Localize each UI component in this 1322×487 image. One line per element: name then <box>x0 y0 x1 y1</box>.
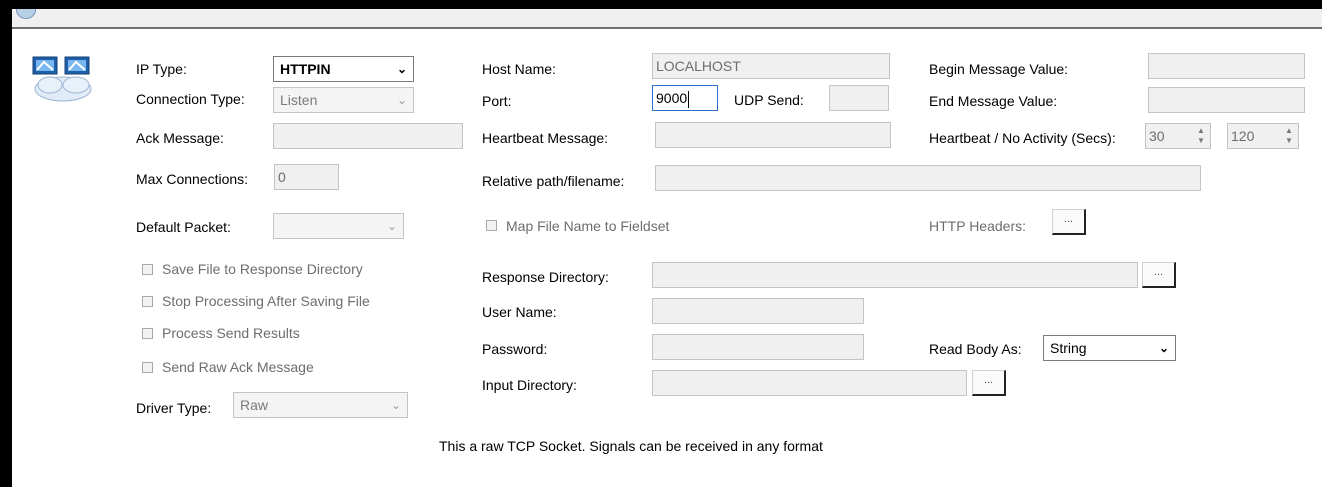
port-label: Port: <box>482 93 512 109</box>
map-file-name-checkbox-label: Map File Name to Fieldset <box>506 218 670 234</box>
ip-type-label: IP Type: <box>136 61 187 77</box>
udp-send-label: UDP Send: <box>734 92 804 108</box>
input-directory-label: Input Directory: <box>482 377 577 393</box>
connection-type-select[interactable]: Listen ⌄ <box>273 87 414 113</box>
spin-arrows-icon[interactable]: ▲ ▼ <box>1282 126 1296 146</box>
password-label: Password: <box>482 341 548 357</box>
user-name-label: User Name: <box>482 304 557 320</box>
network-computers-cloud-icon <box>32 56 92 102</box>
spin-arrows-icon[interactable]: ▲ ▼ <box>1194 126 1208 146</box>
port-field[interactable]: 9000 <box>652 85 718 111</box>
read-body-as-label: Read Body As: <box>929 341 1022 357</box>
relative-path-label: Relative path/filename: <box>482 173 625 189</box>
process-send-results-checkbox[interactable] <box>142 328 153 339</box>
begin-message-value-field[interactable] <box>1148 53 1305 79</box>
read-body-as-select[interactable]: String ⌄ <box>1043 335 1176 361</box>
relative-path-field[interactable] <box>655 165 1201 191</box>
end-message-value-label: End Message Value: <box>929 93 1058 109</box>
max-connections-field[interactable]: 0 <box>274 164 339 190</box>
port-value: 9000 <box>656 90 688 106</box>
ip-type-select[interactable]: HTTPIN ⌄ <box>273 56 414 82</box>
udp-send-field[interactable] <box>829 85 889 111</box>
send-raw-ack-checkbox-label: Send Raw Ack Message <box>162 359 314 375</box>
stop-processing-checkbox-label: Stop Processing After Saving File <box>162 293 370 309</box>
default-packet-select[interactable]: ⌄ <box>273 213 404 239</box>
chevron-down-icon: ⌄ <box>1158 341 1169 355</box>
ip-type-value: HTTPIN <box>280 61 331 77</box>
top-bar <box>12 9 1322 29</box>
text-cursor <box>688 90 690 108</box>
read-body-as-value: String <box>1050 340 1087 356</box>
stop-processing-checkbox[interactable] <box>142 296 153 307</box>
footer-note: This a raw TCP Socket. Signals can be re… <box>439 438 823 454</box>
host-name-field[interactable]: LOCALHOST <box>652 53 890 79</box>
driver-type-select[interactable]: Raw ⌄ <box>233 392 408 418</box>
heartbeat-message-label: Heartbeat Message: <box>482 130 609 146</box>
window-frame: IP Type: HTTPIN ⌄ Connection Type: Liste… <box>12 9 1322 487</box>
input-directory-field[interactable] <box>652 370 967 396</box>
max-connections-label: Max Connections: <box>136 171 249 187</box>
driver-type-value: Raw <box>240 397 269 413</box>
http-headers-browse-button[interactable]: ... <box>1052 209 1086 235</box>
heartbeat-message-field[interactable] <box>655 122 891 148</box>
ack-message-label: Ack Message: <box>136 130 224 146</box>
send-raw-ack-checkbox[interactable] <box>142 362 153 373</box>
chevron-down-icon: ⌄ <box>396 62 407 76</box>
default-packet-label: Default Packet: <box>136 219 231 235</box>
input-directory-browse-button[interactable]: ... <box>972 370 1006 396</box>
response-directory-field[interactable] <box>652 262 1138 288</box>
connection-type-value: Listen <box>280 92 318 108</box>
chevron-down-icon: ⌄ <box>390 398 401 412</box>
heartbeat-no-activity-label: Heartbeat / No Activity (Secs): <box>929 130 1116 146</box>
http-headers-label: HTTP Headers: <box>929 218 1026 234</box>
user-name-field[interactable] <box>652 298 864 324</box>
process-send-results-checkbox-label: Process Send Results <box>162 325 300 341</box>
save-file-checkbox[interactable] <box>142 264 153 275</box>
chevron-down-icon: ⌄ <box>386 219 397 233</box>
top-bar-icon <box>16 9 36 19</box>
heartbeat-secs-spinner[interactable]: 30 ▲ ▼ <box>1145 123 1211 149</box>
chevron-down-icon: ⌄ <box>396 93 407 107</box>
map-file-name-checkbox[interactable] <box>486 220 497 231</box>
response-directory-label: Response Directory: <box>482 269 609 285</box>
settings-panel: IP Type: HTTPIN ⌄ Connection Type: Liste… <box>12 29 1320 487</box>
save-file-checkbox-label: Save File to Response Directory <box>162 261 363 277</box>
heartbeat-secs-value: 30 <box>1149 128 1165 144</box>
no-activity-secs-spinner[interactable]: 120 ▲ ▼ <box>1227 123 1299 149</box>
begin-message-value-label: Begin Message Value: <box>929 61 1069 77</box>
ack-message-field[interactable] <box>273 123 463 149</box>
host-name-label: Host Name: <box>482 61 556 77</box>
connection-type-label: Connection Type: <box>136 91 245 107</box>
driver-type-label: Driver Type: <box>136 400 212 416</box>
password-field[interactable] <box>652 334 864 360</box>
no-activity-secs-value: 120 <box>1231 128 1255 144</box>
end-message-value-field[interactable] <box>1148 87 1305 113</box>
response-directory-browse-button[interactable]: ... <box>1142 262 1176 288</box>
